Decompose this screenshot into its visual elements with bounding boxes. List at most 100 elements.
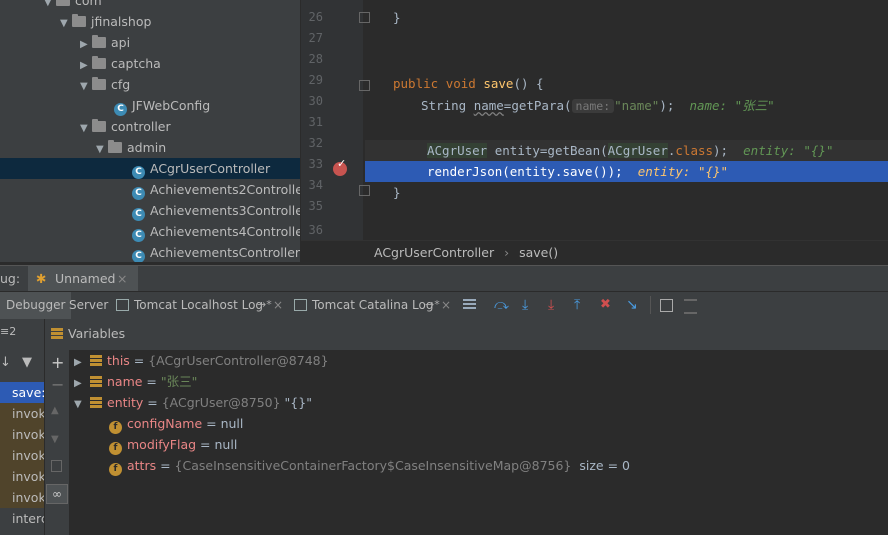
frame-item[interactable]: invok	[0, 466, 44, 487]
step-over-icon[interactable]: ⤼	[494, 292, 509, 318]
tree-item-jfinalshop[interactable]: ▼ jfinalshop	[60, 11, 151, 32]
tree-item-cfg[interactable]: ▼ cfg	[80, 74, 130, 95]
step-out-icon[interactable]: ⤒	[574, 292, 580, 318]
tree-item-achievements2controller[interactable]: C Achievements2Controller	[132, 179, 300, 200]
frame-item[interactable]: save:	[0, 382, 44, 403]
variables-sidebar: + − ▲ ▼ ∞	[45, 350, 70, 535]
object-icon	[90, 376, 102, 387]
frame-item[interactable]: invok	[0, 424, 44, 445]
code-line-34: }	[393, 185, 401, 200]
chevron-right-icon[interactable]: ▶	[80, 34, 92, 55]
move-down-icon[interactable]: ▼	[51, 434, 59, 445]
debug-toolwindow-header: ug: ✱ Unnamed ×	[0, 265, 888, 292]
close-icon[interactable]: ×	[273, 292, 283, 318]
variable-row[interactable]: ▶ name = "张三"	[74, 371, 197, 392]
chevron-down-icon[interactable]: ▼	[96, 139, 108, 160]
tree-item-api[interactable]: ▶ api	[80, 32, 130, 53]
folder-icon	[108, 140, 122, 153]
field-icon: f	[109, 421, 122, 434]
frame-item[interactable]: invok	[0, 403, 44, 424]
folder-icon	[92, 56, 106, 69]
tree-item-controller[interactable]: ▼ controller	[80, 116, 171, 137]
frame-item[interactable]: invok	[0, 487, 44, 508]
tree-item-acgrusercontroller[interactable]: C ACgrUserController	[0, 158, 300, 179]
glasses-icon[interactable]: ∞	[46, 484, 68, 504]
frames-list: save: invok invok invok invok invok inte…	[0, 350, 44, 535]
frame-item[interactable]: interc	[0, 508, 44, 529]
pin-icon[interactable]: →*	[257, 292, 272, 318]
breadcrumb-class[interactable]: ACgrUserController	[374, 245, 494, 260]
field-icon: f	[109, 442, 122, 455]
code-line-32: ACgrUser entity=getBean(ACgrUser.class);…	[427, 143, 834, 158]
class-icon: C	[132, 250, 145, 262]
class-icon: C	[132, 166, 145, 179]
add-watch-icon[interactable]: +	[51, 353, 64, 372]
run-to-cursor-icon[interactable]: ↘	[626, 292, 638, 318]
tab-tomcat-localhost-log[interactable]: Tomcat Localhost Log	[134, 292, 263, 318]
chevron-down-icon[interactable]: ▼	[74, 394, 86, 415]
trace-icon[interactable]	[684, 299, 697, 314]
chevron-down-icon[interactable]: ▼	[60, 13, 72, 34]
tab-tomcat-catalina-log[interactable]: Tomcat Catalina Log	[312, 292, 433, 318]
tree-item-com[interactable]: ▼ com	[44, 0, 102, 11]
tree-item-jfwebconfig[interactable]: C JFWebConfig	[114, 95, 210, 116]
step-into-icon[interactable]: ⤓	[522, 292, 528, 318]
folder-icon	[56, 0, 70, 6]
log-icon	[294, 299, 307, 311]
remove-watch-icon[interactable]: −	[51, 375, 64, 394]
chevron-right-icon[interactable]: ▶	[74, 352, 86, 373]
inline-debug-value: entity: "{}"	[743, 143, 834, 158]
code-line-29: public void save() {	[393, 76, 544, 91]
tree-item-achievementscontroller[interactable]: C AchievementsController	[132, 242, 300, 262]
close-icon[interactable]: ×	[441, 292, 451, 318]
inline-debug-value: entity: "{}"	[637, 164, 729, 179]
inline-debug-value: name: "张三"	[689, 98, 775, 113]
chevron-down-icon[interactable]: ▼	[44, 0, 56, 13]
tab-debugger[interactable]: Debugger	[0, 292, 72, 319]
evaluate-expression-icon[interactable]	[660, 299, 673, 312]
close-icon[interactable]: ×	[117, 266, 127, 292]
code-line-30: String name=getPara(name: "name"); name: …	[421, 98, 775, 113]
variable-row[interactable]: f attrs = {CaseInsensitiveContainerFactor…	[109, 455, 630, 476]
variables-header: Variables	[45, 319, 888, 351]
variable-row[interactable]: f configName = null	[109, 413, 243, 434]
chevron-right-icon[interactable]: ▶	[80, 55, 92, 76]
tree-item-captcha[interactable]: ▶ captcha	[80, 53, 161, 74]
force-step-into-icon[interactable]: ⤓	[548, 292, 554, 318]
chevron-right-icon[interactable]: ▶	[74, 373, 86, 394]
session-name: Unnamed	[55, 271, 116, 286]
variable-row[interactable]: ▼ entity = {ACgrUser@8750} "{}"	[74, 392, 312, 413]
pin-icon[interactable]: →*	[425, 292, 440, 318]
copy-icon[interactable]	[51, 460, 62, 472]
variable-row[interactable]: ▶ this = {ACgrUserController@8748}	[74, 350, 329, 371]
code-line-26: }	[393, 10, 401, 25]
breadcrumb: ACgrUserController › save()	[301, 240, 888, 265]
variables-tree[interactable]: ▶ this = {ACgrUserController@8748} ▶ name …	[70, 350, 888, 535]
debugger-tabs: Debugger Server Tomcat Localhost Log →* …	[0, 291, 888, 320]
class-icon: C	[114, 103, 127, 116]
folder-icon	[72, 14, 86, 27]
chevron-down-icon[interactable]: ▼	[80, 76, 92, 97]
object-icon	[90, 355, 102, 366]
tree-item-achievements4controller[interactable]: C Achievements4Controller	[132, 221, 300, 242]
tree-item-achievements3controller[interactable]: C Achievements3Controller	[132, 200, 300, 221]
folder-icon	[92, 119, 106, 132]
debug-title: ug:	[0, 271, 21, 286]
class-icon: C	[132, 187, 145, 200]
frame-item[interactable]: invok	[0, 445, 44, 466]
breadcrumb-method[interactable]: save()	[519, 245, 558, 260]
drop-frame-icon[interactable]: ✖	[600, 292, 611, 318]
tab-server[interactable]: Server	[63, 292, 114, 319]
tree-item-admin[interactable]: ▼ admin	[96, 137, 166, 158]
field-icon: f	[109, 463, 122, 476]
project-tree: ▼ com ▼ jfinalshop ▶ api ▶ captcha ▼ cfg C JFW…	[0, 0, 300, 262]
code-editor[interactable]: } public void save() { String name=getPa…	[301, 0, 888, 240]
variables-title: Variables	[68, 326, 126, 341]
chevron-down-icon[interactable]: ▼	[80, 118, 92, 139]
move-up-icon[interactable]: ▲	[51, 405, 59, 416]
variables-icon	[51, 328, 63, 339]
show-execution-point-icon[interactable]	[463, 299, 476, 301]
thread-selector[interactable]: ≡2	[0, 325, 16, 338]
code-line-33: renderJson(entity.save()); entity: "{}"	[427, 164, 729, 179]
variable-row[interactable]: f modifyFlag = null	[109, 434, 237, 455]
